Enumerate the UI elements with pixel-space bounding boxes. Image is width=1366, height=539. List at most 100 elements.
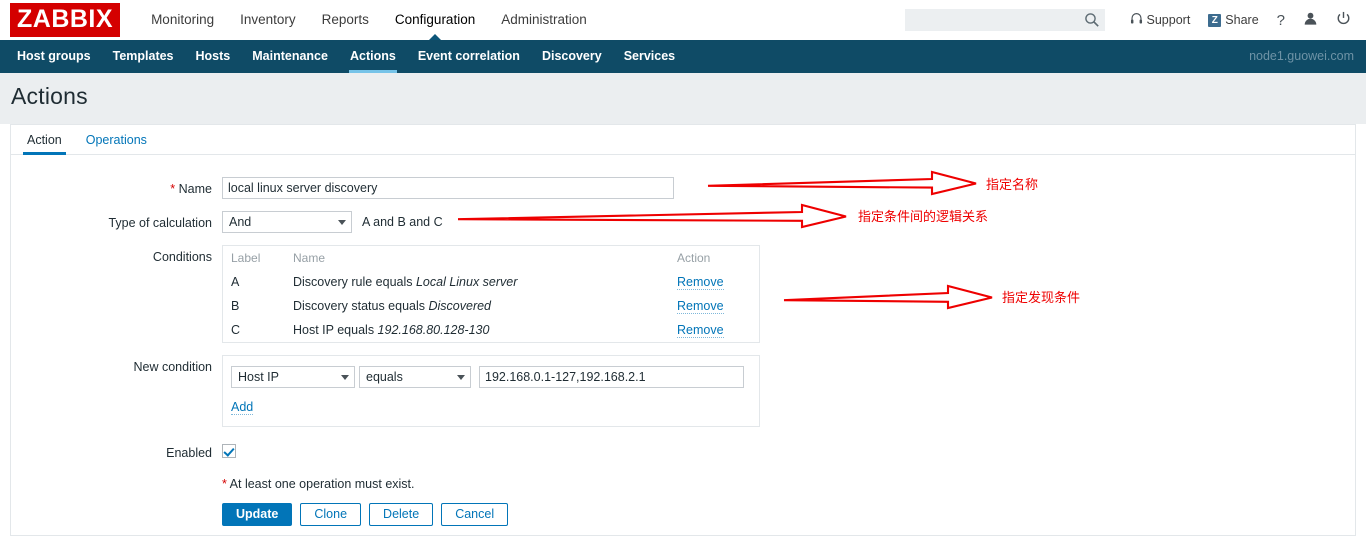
condition-label-c: C [231,323,241,337]
buttons-spacer [11,503,222,507]
delete-button[interactable]: Delete [369,503,434,526]
subnav-item-maintenance[interactable]: Maintenance [241,40,339,73]
remove-condition-c-button[interactable]: Remove [677,323,724,338]
chevron-down-icon [457,375,465,380]
chevron-down-icon [341,375,349,380]
conditions-label: Conditions [152,250,212,264]
new-condition-add-wrap: Add [231,398,751,416]
subnav-item-hosts[interactable]: Hosts [185,40,242,73]
field-row-name: * Name [11,177,1355,199]
new-condition-operator-select[interactable]: equals [359,366,471,388]
top-header: ZABBIX Monitoring Inventory Reports Conf… [0,0,1366,40]
top-right-area: Support Z Share ? [904,0,1360,40]
type-of-calculation-select[interactable]: And [222,211,352,233]
share-label: Share [1225,13,1259,27]
conditions-header-label: Label [231,251,261,265]
conditions-box: Label Name Action A Discovery rule equal… [222,245,760,343]
condition-value-b: Discovered [428,299,492,313]
new-condition-field-select[interactable]: Host IP [231,366,355,388]
condition-action-b: Remove [663,294,759,318]
subnav-item-discovery[interactable]: Discovery [531,40,613,73]
annotation-arrow-1 [707,170,977,196]
app-root: ZABBIX Monitoring Inventory Reports Conf… [0,0,1366,539]
table-row: C Host IP equals 192.168.80.128-130 Remo… [223,318,759,342]
cancel-button[interactable]: Cancel [441,503,509,526]
enabled-checkbox[interactable] [222,444,236,458]
name-input[interactable] [222,177,674,199]
nav-item-inventory[interactable]: Inventory [227,0,309,40]
new-condition-operator-value: equals [359,366,471,388]
page-title: Actions [11,83,88,109]
support-link[interactable]: Support [1121,12,1200,28]
user-profile-link[interactable] [1294,11,1327,29]
update-button[interactable]: Update [222,503,293,526]
support-label: Support [1146,13,1191,27]
name-label: * Name [11,177,222,197]
search-input[interactable] [904,9,1077,31]
subnav-item-templates[interactable]: Templates [102,40,185,73]
annotation-arrow-3 [783,284,993,310]
nav-item-reports[interactable]: Reports [309,0,382,40]
zabbix-logo[interactable]: ZABBIX [10,3,121,37]
calculation-formula: A and B and C [362,215,443,229]
new-condition-row: Host IP equals [231,366,751,388]
chevron-down-icon [338,220,346,225]
new-condition-value-input[interactable] [479,366,744,388]
condition-prefix-c: Host IP equals [293,323,378,337]
footnote-text: At least one operation must exist. [229,477,415,491]
subnav-item-services[interactable]: Services [613,40,686,73]
secondary-navigation: Host groups Templates Hosts Maintenance … [0,40,1366,73]
subnav-item-event-correlation[interactable]: Event correlation [407,40,531,73]
conditions-header-row: Label Name Action [223,246,759,270]
condition-prefix-a: Discovery rule equals [293,275,416,289]
remove-condition-b-button[interactable]: Remove [677,299,724,314]
new-condition-field-wrap: Host IP equals Add [222,355,760,427]
type-of-calculation-label: Type of calculation [108,216,212,230]
question-mark-icon: ? [1276,11,1285,29]
annotation-text-1: 指定名称 [986,178,1039,193]
power-icon [1336,11,1351,29]
nav-item-administration[interactable]: Administration [488,0,600,40]
tab-operations[interactable]: Operations [74,133,159,154]
subnav-item-host-groups[interactable]: Host groups [6,40,102,73]
type-of-calculation-value: And [222,211,352,233]
annotation-text-2: 指定条件间的逻辑关系 [858,210,989,225]
footnote-spacer [11,477,222,481]
new-condition-box: Host IP equals Add [222,355,760,427]
condition-value-c: 192.168.80.128-130 [377,323,490,337]
remove-condition-a-button[interactable]: Remove [677,275,724,290]
condition-label-b: B [231,299,240,313]
add-condition-button[interactable]: Add [231,400,254,415]
table-row: A Discovery rule equals Local Linux serv… [223,270,759,294]
clone-button[interactable]: Clone [300,503,362,526]
main-navigation: Monitoring Inventory Reports Configurati… [138,0,600,40]
global-search[interactable] [904,9,1105,31]
tab-action[interactable]: Action [15,133,74,155]
sign-out-link[interactable] [1327,11,1360,29]
conditions-header-action: Action [677,251,711,265]
conditions-table: Label Name Action A Discovery rule equal… [223,246,759,342]
enabled-label: Enabled [166,446,212,460]
user-icon [1303,11,1318,29]
nav-item-configuration[interactable]: Configuration [382,0,488,40]
annotation-text-3: 指定发现条件 [1002,291,1081,306]
help-link[interactable]: ? [1268,12,1294,29]
condition-value-a: Local Linux server [415,275,518,289]
condition-action-a: Remove [663,270,759,294]
condition-prefix-b: Discovery status equals [293,299,429,313]
condition-label-a: A [231,275,240,289]
node-name: node1.guowei.com [1249,49,1354,63]
footnote-asterisk: * [222,477,227,491]
field-row-footnote: * At least one operation must exist. [11,477,1355,491]
name-label-text: Name [178,182,212,196]
footnote: * At least one operation must exist. [222,477,415,491]
field-row-new-condition: New condition Host IP equals 192.168.0.1… [11,355,1355,427]
enabled-field-wrap [222,441,236,463]
field-row-enabled: Enabled [11,441,1355,463]
form-tabs: Action Operations [11,125,1355,155]
nav-item-monitoring[interactable]: Monitoring [138,0,227,40]
field-row-conditions: Conditions Label Name Action A Discovery… [11,245,1355,343]
required-asterisk: * [170,182,176,196]
share-link[interactable]: Z Share [1199,13,1267,27]
subnav-item-actions[interactable]: Actions [339,40,407,73]
